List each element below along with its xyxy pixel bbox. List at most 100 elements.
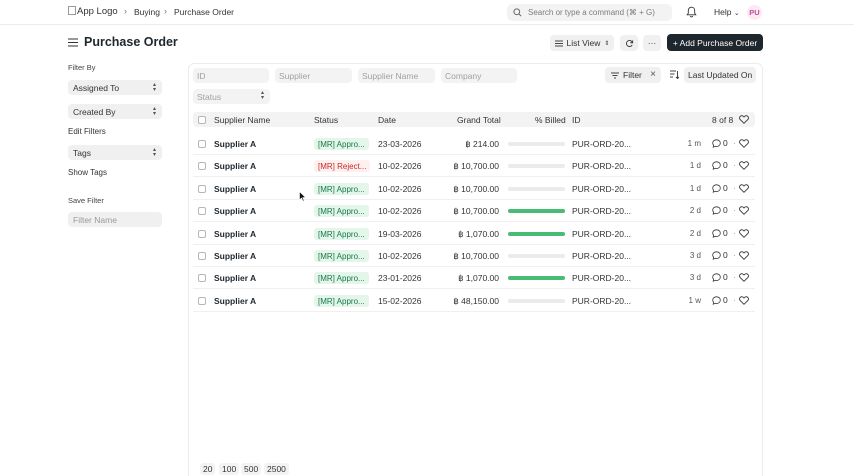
column-header-date[interactable]: Date [378, 115, 396, 125]
heart-icon[interactable] [739, 229, 749, 240]
heart-icon[interactable] [739, 273, 749, 284]
billed-progress-bar [508, 209, 565, 213]
column-header-supplier-name[interactable]: Supplier Name [214, 115, 270, 125]
clear-filter-icon[interactable]: × [650, 69, 656, 80]
id-cell[interactable]: PUR-ORD-20... [572, 184, 631, 194]
comment-count[interactable]: 0 [712, 272, 728, 282]
search-bar[interactable]: Search or type a command (⌘ + G) [507, 4, 672, 21]
app-logo[interactable]: App Logo [68, 6, 118, 17]
billed-progress-bar [508, 164, 565, 168]
help-dropdown[interactable]: Help ⌄ [714, 7, 740, 17]
created-by-select[interactable]: Created By ▴ ▾ [68, 104, 162, 119]
id-cell[interactable]: PUR-ORD-20... [572, 273, 631, 283]
date-cell: 10-02-2026 [378, 184, 422, 194]
comment-icon [712, 295, 721, 305]
breadcrumb-chevron-icon: › [164, 6, 167, 16]
refresh-button[interactable] [620, 35, 638, 51]
row-checkbox[interactable] [198, 185, 206, 193]
row-checkbox[interactable] [198, 252, 206, 260]
id-cell[interactable]: PUR-ORD-20... [572, 206, 631, 216]
row-checkbox[interactable] [198, 274, 206, 282]
column-header-grand-total[interactable]: Grand Total [457, 115, 501, 125]
status-badge: [MR] Reject... [314, 160, 371, 172]
page-size-500[interactable]: 500 [241, 463, 262, 475]
supplier-name-cell[interactable]: Supplier A [214, 184, 256, 194]
comment-icon [712, 250, 721, 260]
company-filter-input[interactable]: Company [441, 68, 517, 83]
supplier-name-cell[interactable]: Supplier A [214, 251, 256, 261]
column-header-id[interactable]: ID [572, 115, 581, 125]
row-checkbox[interactable] [198, 297, 206, 305]
id-cell[interactable]: PUR-ORD-20... [572, 296, 631, 306]
comment-icon [712, 205, 721, 215]
assigned-to-select[interactable]: Assigned To ▴ ▾ [68, 80, 162, 95]
heart-icon[interactable] [739, 251, 749, 262]
heart-icon[interactable] [739, 161, 749, 172]
supplier-name-filter-input[interactable]: Supplier Name [358, 68, 435, 83]
row-checkbox[interactable] [198, 207, 206, 215]
comment-count[interactable]: 0 [712, 205, 728, 215]
breadcrumb-purchase-order[interactable]: Purchase Order [174, 7, 234, 17]
id-cell[interactable]: PUR-ORD-20... [572, 161, 631, 171]
filter-button[interactable]: Filter × [605, 67, 661, 83]
heart-icon[interactable] [739, 184, 749, 195]
bell-icon[interactable] [686, 6, 697, 20]
row-checkbox[interactable] [198, 230, 206, 238]
filter-name-input[interactable]: Filter Name [68, 212, 162, 227]
sidebar-toggle-icon[interactable] [68, 38, 78, 49]
heart-icon[interactable] [739, 206, 749, 217]
modified-time: 1 d [689, 161, 701, 170]
id-cell[interactable]: PUR-ORD-20... [572, 251, 631, 261]
supplier-name-cell[interactable]: Supplier A [214, 229, 256, 239]
supplier-name-cell[interactable]: Supplier A [214, 296, 256, 306]
comment-count[interactable]: 0 [712, 295, 728, 305]
column-header-billed[interactable]: % Billed [535, 115, 566, 125]
row-checkbox[interactable] [198, 162, 206, 170]
search-icon [513, 8, 522, 17]
select-all-checkbox[interactable] [198, 116, 206, 124]
modified-time: 1 d [689, 184, 701, 193]
heart-icon[interactable] [739, 115, 749, 126]
separator-dot: · [733, 273, 736, 282]
date-cell: 23-03-2026 [378, 139, 422, 149]
sort-by-button[interactable]: Last Updated On [684, 67, 756, 83]
supplier-filter-input[interactable]: Supplier [275, 68, 352, 83]
comment-count[interactable]: 0 [712, 183, 728, 193]
page-size-20[interactable]: 20 [200, 463, 216, 475]
heart-icon[interactable] [739, 139, 749, 150]
avatar[interactable]: PU [747, 5, 762, 20]
id-cell[interactable]: PUR-ORD-20... [572, 229, 631, 239]
comment-count-value: 0 [723, 228, 728, 238]
billed-progress-bar [508, 299, 565, 303]
date-cell: 10-02-2026 [378, 251, 422, 261]
id-cell[interactable]: PUR-ORD-20... [572, 139, 631, 149]
filter-by-label: Filter By [68, 63, 96, 72]
breadcrumb-buying[interactable]: Buying [134, 7, 160, 17]
supplier-name-cell[interactable]: Supplier A [214, 161, 256, 171]
column-header-status[interactable]: Status [314, 115, 338, 125]
comment-count[interactable]: 0 [712, 138, 728, 148]
more-actions-button[interactable]: ··· [643, 35, 661, 51]
show-tags-link[interactable]: Show Tags [68, 168, 107, 177]
view-switcher-button[interactable]: List View ⇕ [550, 35, 614, 51]
supplier-name-cell[interactable]: Supplier A [214, 273, 256, 283]
page-size-2500[interactable]: 2500 [264, 463, 289, 475]
supplier-name-cell[interactable]: Supplier A [214, 206, 256, 216]
grand-total-cell: ฿ 1,070.00 [458, 229, 499, 239]
sort-order-icon[interactable] [670, 70, 680, 81]
edit-filters-link[interactable]: Edit Filters [68, 127, 106, 136]
comment-count[interactable]: 0 [712, 160, 728, 170]
billed-progress-bar [508, 232, 565, 236]
page-size-100[interactable]: 100 [219, 463, 240, 475]
modified-time: 1 m [687, 139, 701, 148]
assigned-to-label: Assigned To [73, 82, 120, 93]
tags-select[interactable]: Tags ▴ ▾ [68, 145, 162, 160]
status-filter-select[interactable]: Status ▴ ▾ [193, 89, 270, 104]
id-filter-input[interactable]: ID [193, 68, 269, 83]
supplier-name-cell[interactable]: Supplier A [214, 139, 256, 149]
add-purchase-order-button[interactable]: + Add Purchase Order [667, 34, 763, 51]
heart-icon[interactable] [739, 296, 749, 307]
row-checkbox[interactable] [198, 140, 206, 148]
comment-count[interactable]: 0 [712, 228, 728, 238]
comment-count[interactable]: 0 [712, 250, 728, 260]
